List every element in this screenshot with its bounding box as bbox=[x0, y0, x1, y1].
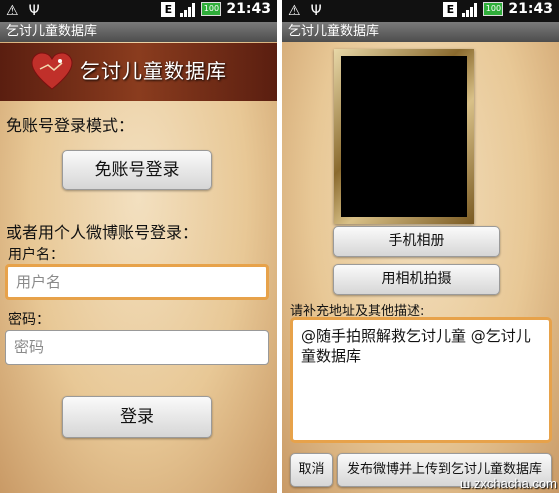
cancel-button[interactable]: 取消 bbox=[290, 453, 333, 487]
weibo-login-heading: 或者用个人微博账号登录： bbox=[6, 223, 199, 242]
heart-icon bbox=[31, 52, 73, 90]
watermark: ш.zxchacha.com bbox=[459, 476, 557, 491]
network-type-icon: E bbox=[443, 1, 458, 17]
password-label: 密码： bbox=[8, 312, 50, 328]
clock: 21:43 bbox=[508, 1, 553, 17]
warning-icon: ⚠ bbox=[288, 3, 301, 19]
usb-icon: Ψ bbox=[28, 3, 40, 19]
post-screen: ⚠ Ψ E 100 21:43 乞讨儿童数据库 手机相册 用相机拍摄 请补充地址… bbox=[282, 0, 559, 493]
warning-icon: ⚠ bbox=[6, 3, 19, 19]
signal-icon bbox=[180, 2, 196, 17]
battery-icon: 100 bbox=[483, 2, 504, 16]
usb-icon: Ψ bbox=[310, 3, 322, 19]
photo-placeholder bbox=[341, 56, 467, 217]
app-title: 乞讨儿童数据库 bbox=[282, 22, 559, 42]
clock: 21:43 bbox=[226, 1, 271, 17]
username-label: 用户名： bbox=[8, 247, 64, 263]
description-input[interactable]: @随手拍照解救乞讨儿童 @乞讨儿童数据库 bbox=[290, 317, 552, 443]
banner-title: 乞讨儿童数据库 bbox=[80, 59, 227, 83]
app-title: 乞讨儿童数据库 bbox=[0, 22, 277, 42]
battery-icon: 100 bbox=[201, 2, 222, 16]
password-input[interactable]: 密码 bbox=[5, 330, 269, 365]
status-bar: ⚠ Ψ E 100 21:43 bbox=[282, 0, 559, 22]
phone-album-button[interactable]: 手机相册 bbox=[333, 226, 500, 257]
no-account-heading: 免账号登录模式： bbox=[6, 116, 135, 135]
app-banner: 乞讨儿童数据库 bbox=[0, 43, 277, 101]
signal-icon bbox=[462, 2, 478, 17]
login-button[interactable]: 登录 bbox=[62, 396, 212, 438]
no-account-login-button[interactable]: 免账号登录 bbox=[62, 150, 212, 190]
network-type-icon: E bbox=[161, 1, 176, 17]
camera-capture-button[interactable]: 用相机拍摄 bbox=[333, 264, 500, 295]
username-input[interactable]: 用户名 bbox=[5, 264, 269, 300]
login-screen: ⚠ Ψ E 100 21:43 乞讨儿童数据库 乞讨儿童数据库 免账号登录模式：… bbox=[0, 0, 277, 493]
status-bar: ⚠ Ψ E 100 21:43 bbox=[0, 0, 277, 22]
photo-preview[interactable] bbox=[334, 49, 474, 224]
